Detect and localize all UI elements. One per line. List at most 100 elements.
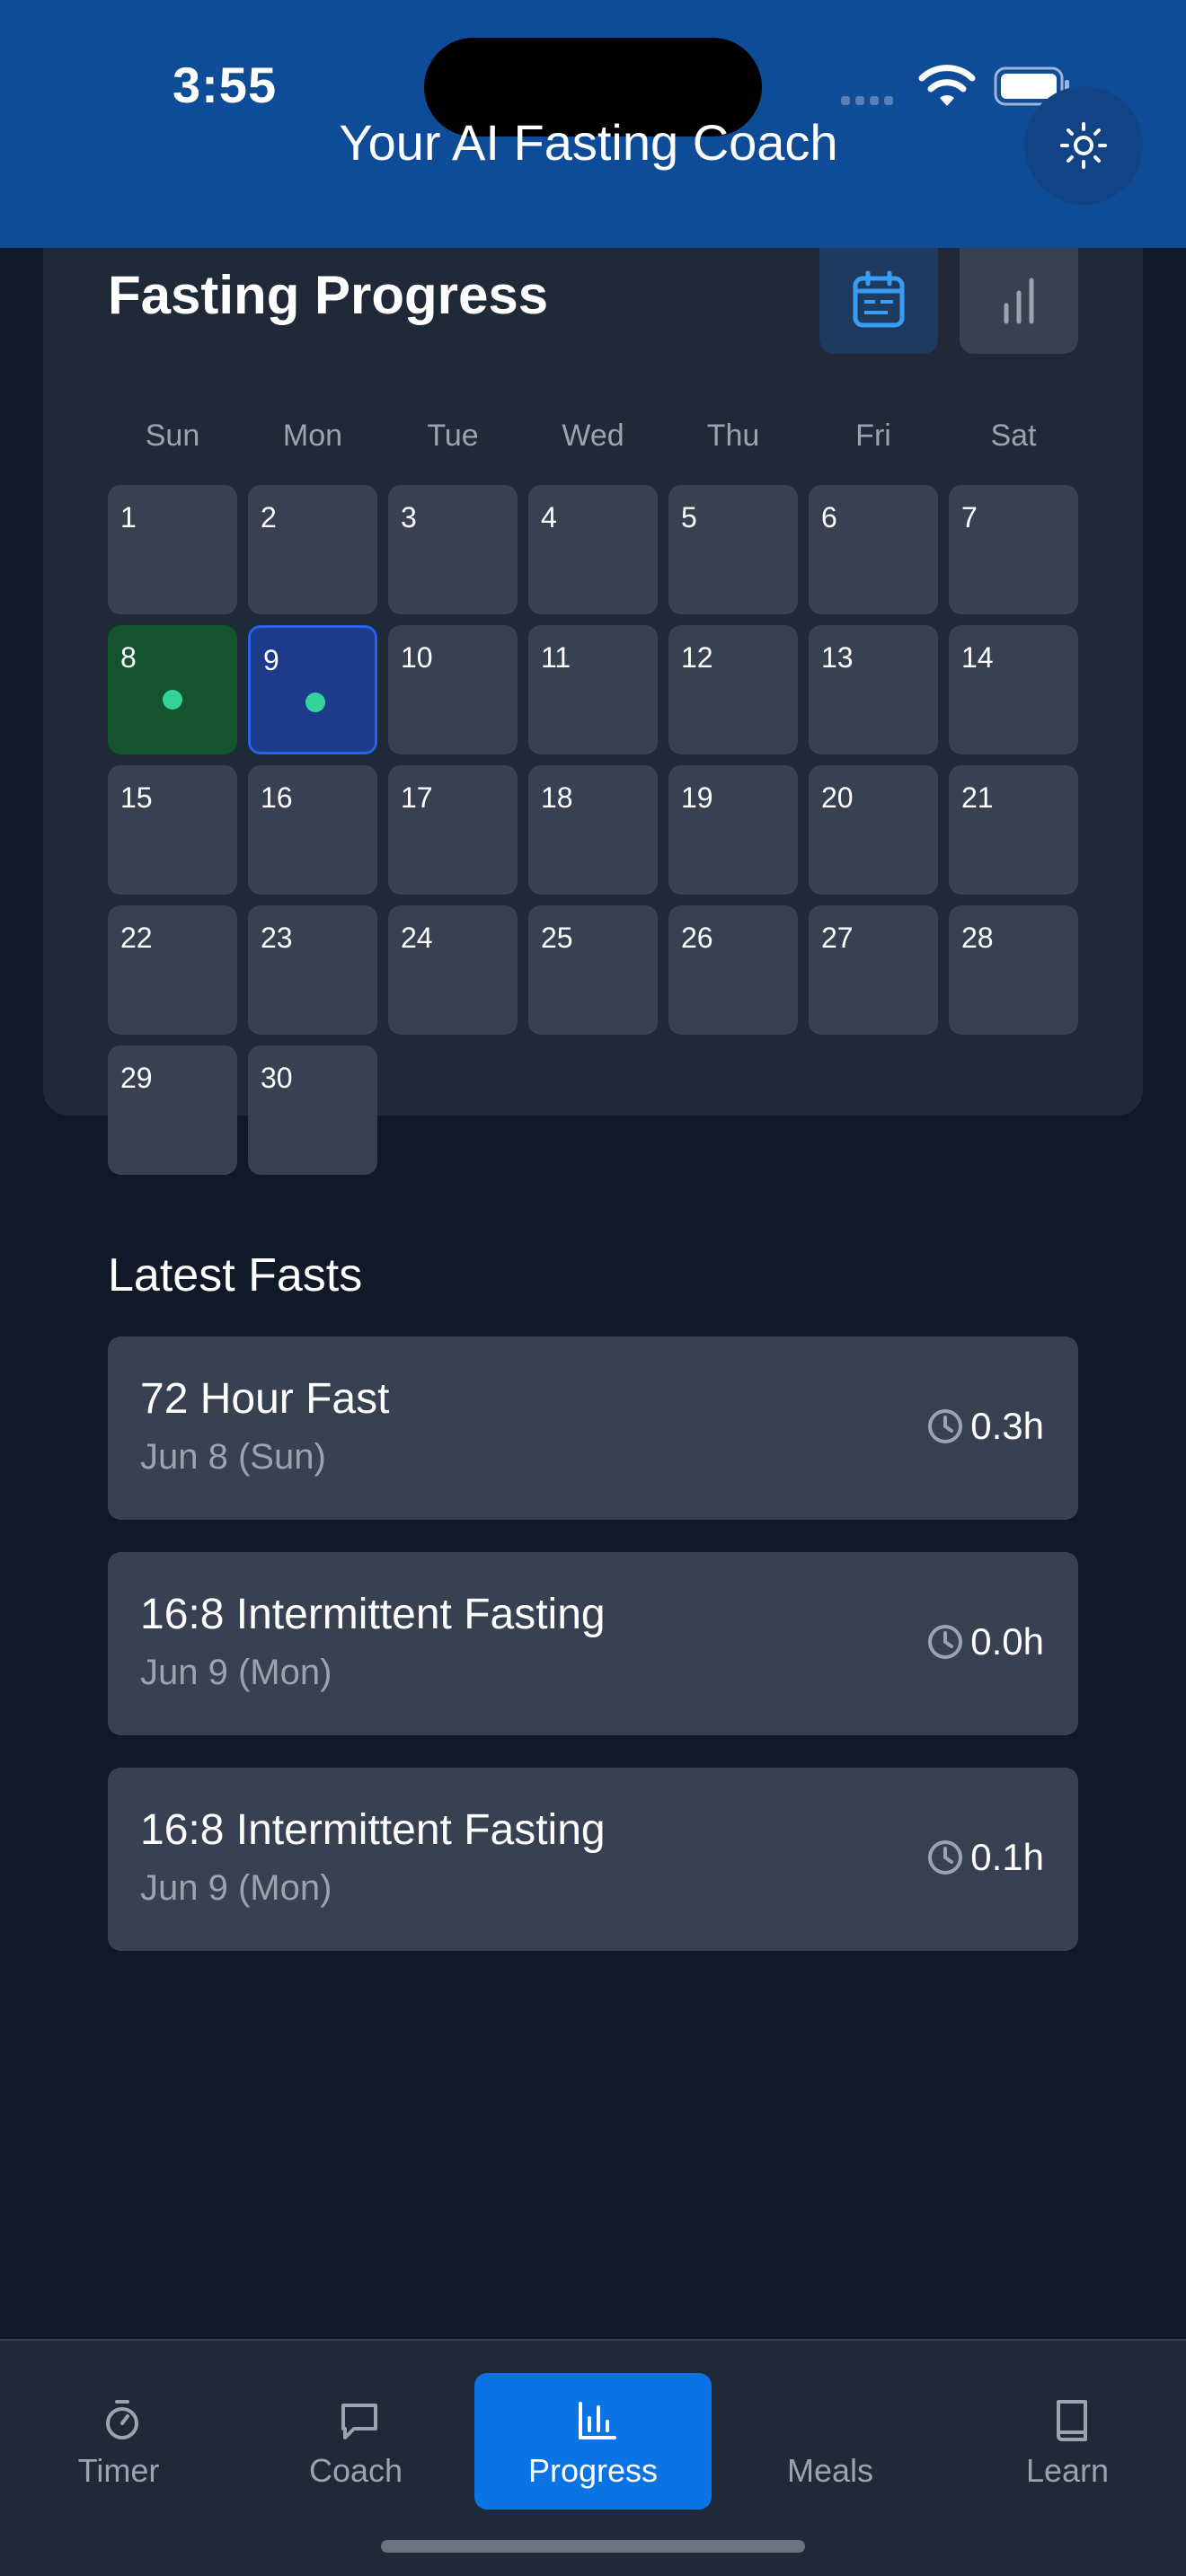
- day-number: 15: [120, 781, 153, 814]
- apple-icon: [809, 2395, 859, 2445]
- calendar-day-15[interactable]: 15: [108, 765, 237, 895]
- fast-name: 16:8 Intermittent Fasting: [140, 1591, 606, 1638]
- calendar-day-20[interactable]: 20: [809, 765, 938, 895]
- nav-label: Timer: [77, 2452, 160, 2489]
- progress-card: Fasting Progress Sun Mon Tue Wed Thu Fri Sat 1…: [43, 248, 1143, 1951]
- wifi-icon: [918, 65, 976, 106]
- weekday-label: Mon: [282, 419, 343, 453]
- app-header: 3:55 Your AI Fasting Coach: [0, 0, 1186, 248]
- day-number: 17: [401, 781, 433, 814]
- fast-date: Jun 9 (Mon): [140, 1868, 332, 1908]
- day-number: 4: [541, 501, 557, 534]
- fast-duration: 0.1h: [970, 1836, 1044, 1878]
- calendar-day-17[interactable]: 17: [388, 765, 518, 895]
- calendar-day-19[interactable]: 19: [668, 765, 798, 895]
- clock-icon: [928, 1409, 962, 1443]
- day-number: 16: [261, 781, 293, 814]
- day-number: 1: [120, 501, 137, 534]
- calendar-day-5[interactable]: 5: [668, 485, 798, 614]
- day-number: 12: [681, 641, 713, 674]
- calendar-day-2[interactable]: 2: [248, 485, 377, 614]
- fast-date: Jun 8 (Sun): [140, 1437, 326, 1477]
- day-number: 10: [401, 641, 433, 674]
- nav-label: Meals: [786, 2452, 874, 2489]
- weekday-label: Wed: [562, 419, 624, 453]
- clock-icon: [928, 1625, 962, 1659]
- fast-duration: 0.3h: [970, 1405, 1044, 1447]
- calendar-day-7[interactable]: 7: [949, 485, 1078, 614]
- calendar-day-26[interactable]: 26: [668, 905, 798, 1035]
- calendar-view-button[interactable]: [819, 248, 938, 354]
- day-number: 25: [541, 922, 573, 954]
- calendar-day-8[interactable]: 8: [108, 625, 237, 754]
- nav-item-progress[interactable]: Progress: [474, 2373, 712, 2510]
- day-number: 24: [401, 922, 433, 954]
- fast-list-item[interactable]: 16:8 Intermittent Fasting Jun 9 (Mon) 0.0h: [108, 1552, 1078, 1735]
- calendar-day-3[interactable]: 3: [388, 485, 518, 614]
- fast-date: Jun 9 (Mon): [140, 1653, 332, 1692]
- day-number: 26: [681, 922, 713, 954]
- calendar-day-9[interactable]: 9: [248, 625, 377, 754]
- nav-label: Learn: [1025, 2452, 1110, 2489]
- day-number: 19: [681, 781, 713, 814]
- fast-indicator-dot: [305, 693, 325, 712]
- stopwatch-icon: [106, 2400, 138, 2439]
- calendar-day-25[interactable]: 25: [528, 905, 658, 1035]
- app-title: Your AI Fasting Coach: [339, 114, 838, 171]
- calendar-day-18[interactable]: 18: [528, 765, 658, 895]
- fast-list-item[interactable]: 16:8 Intermittent Fasting Jun 9 (Mon) 0.1h: [108, 1768, 1078, 1951]
- nav-item-meals[interactable]: Meals: [712, 2373, 949, 2510]
- chat-icon: [341, 2404, 377, 2439]
- calendar-day-21[interactable]: 21: [949, 765, 1078, 895]
- day-number: 5: [681, 501, 697, 534]
- home-indicator: [381, 2540, 805, 2553]
- bar-chart-icon: [579, 2402, 616, 2439]
- nav-item-learn[interactable]: Learn: [949, 2373, 1186, 2510]
- calendar-day-16[interactable]: 16: [248, 765, 377, 895]
- day-number: 7: [961, 501, 978, 534]
- sun-icon: [1060, 122, 1107, 169]
- calendar-day-12[interactable]: 12: [668, 625, 798, 754]
- weekday-label: Sun: [145, 419, 200, 453]
- calendar-day-23[interactable]: 23: [248, 905, 377, 1035]
- day-number: 9: [263, 644, 279, 676]
- calendar-day-29[interactable]: 29: [108, 1045, 237, 1175]
- nav-item-coach[interactable]: Coach: [237, 2373, 474, 2510]
- weekday-label: Tue: [427, 419, 479, 453]
- cellular-signal-icon: [841, 93, 902, 108]
- calendar-day-14[interactable]: 14: [949, 625, 1078, 754]
- stats-view-button[interactable]: [960, 248, 1078, 354]
- day-number: 28: [961, 922, 994, 954]
- weekday-label: Fri: [855, 419, 891, 453]
- day-number: 2: [261, 501, 277, 534]
- latest-fasts-title: Latest Fasts: [108, 1249, 363, 1301]
- calendar-icon: [853, 270, 905, 328]
- calendar-day-13[interactable]: 13: [809, 625, 938, 754]
- day-number: 22: [120, 922, 153, 954]
- book-icon: [1057, 2400, 1087, 2441]
- day-number: 14: [961, 641, 994, 674]
- day-number: 11: [541, 641, 571, 674]
- calendar-day-27[interactable]: 27: [809, 905, 938, 1035]
- calendar-day-22[interactable]: 22: [108, 905, 237, 1035]
- fast-list-item[interactable]: 72 Hour Fast Jun 8 (Sun) 0.3h: [108, 1337, 1078, 1520]
- calendar-day-10[interactable]: 10: [388, 625, 518, 754]
- calendar-day-24[interactable]: 24: [388, 905, 518, 1035]
- day-number: 13: [821, 641, 854, 674]
- calendar-day-11[interactable]: 11: [528, 625, 658, 754]
- bar-chart-icon: [1004, 278, 1034, 324]
- calendar-day-6[interactable]: 6: [809, 485, 938, 614]
- calendar-day-4[interactable]: 4: [528, 485, 658, 614]
- calendar-day-1[interactable]: 1: [108, 485, 237, 614]
- day-number: 6: [821, 501, 837, 534]
- nav-label: Progress: [527, 2452, 659, 2489]
- fast-name: 72 Hour Fast: [140, 1375, 390, 1423]
- day-number: 21: [961, 781, 994, 814]
- day-number: 18: [541, 781, 573, 814]
- calendar-day-28[interactable]: 28: [949, 905, 1078, 1035]
- day-number: 23: [261, 922, 293, 954]
- day-number: 8: [120, 641, 137, 674]
- theme-toggle-button[interactable]: [1024, 86, 1143, 205]
- calendar-day-30[interactable]: 30: [248, 1045, 377, 1175]
- nav-item-timer[interactable]: Timer: [0, 2373, 237, 2510]
